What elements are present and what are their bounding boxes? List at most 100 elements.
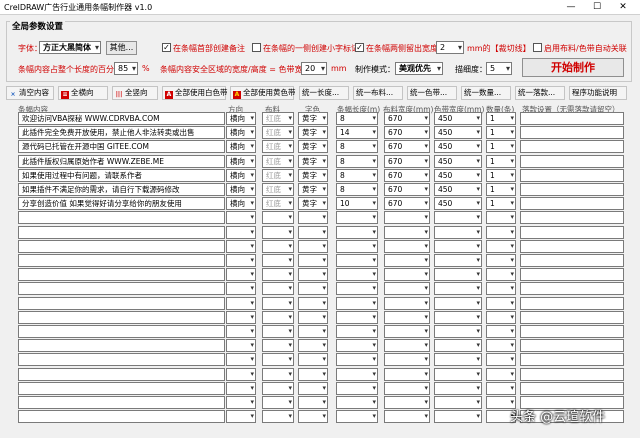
cloth-select[interactable] (262, 396, 294, 409)
text-color-select[interactable] (298, 282, 328, 296)
band-width-select[interactable] (434, 239, 482, 253)
cloth-width-select[interactable]: 670 (384, 140, 430, 154)
content-input[interactable] (18, 367, 225, 381)
quantity-select[interactable] (486, 211, 516, 225)
sign-input[interactable] (520, 126, 624, 140)
direction-select[interactable] (226, 282, 256, 296)
checkbox-side-mark[interactable] (252, 43, 261, 52)
quantity-select[interactable]: 1 (486, 140, 516, 154)
cloth-select[interactable] (262, 225, 294, 239)
text-color-select[interactable] (298, 211, 328, 225)
direction-select[interactable] (226, 381, 256, 395)
direction-select[interactable] (226, 310, 256, 324)
cloth-width-select[interactable]: 670 (384, 197, 430, 211)
unify-sign-button[interactable]: 统一落款... (515, 86, 565, 100)
quantity-select[interactable] (486, 254, 516, 267)
direction-select[interactable] (226, 353, 256, 367)
band-width-select[interactable] (434, 296, 482, 310)
quantity-select[interactable] (486, 282, 516, 296)
content-input[interactable] (18, 381, 225, 395)
cloth-select[interactable]: 红底 (262, 154, 294, 168)
text-color-select[interactable] (298, 367, 328, 381)
cloth-width-select[interactable]: 670 (384, 126, 430, 140)
content-input[interactable] (18, 339, 225, 353)
direction-select[interactable]: 横向 (226, 168, 256, 182)
sign-input[interactable] (520, 183, 624, 196)
checkbox-cut-line[interactable]: ✓ (355, 43, 364, 52)
content-input[interactable] (18, 310, 225, 324)
direction-select[interactable] (226, 396, 256, 409)
text-color-select[interactable] (298, 310, 328, 324)
direction-select[interactable] (226, 339, 256, 353)
cloth-select[interactable] (262, 410, 294, 424)
sign-input[interactable] (520, 168, 624, 182)
direction-select[interactable] (226, 367, 256, 381)
length-select[interactable] (336, 296, 378, 310)
band-width-select[interactable] (434, 339, 482, 353)
text-color-select[interactable]: 黄字 (298, 168, 328, 182)
cloth-width-select[interactable] (384, 211, 430, 225)
cloth-select[interactable]: 红底 (262, 168, 294, 182)
content-input[interactable]: 此插件版权归属原始作者 WWW.ZEBE.ME (18, 154, 225, 168)
text-color-select[interactable]: 黄字 (298, 197, 328, 211)
checkbox-header-note[interactable]: ✓ (162, 43, 171, 52)
sign-input[interactable] (520, 353, 624, 367)
length-select[interactable]: 8 (336, 183, 378, 196)
content-input[interactable] (18, 254, 225, 267)
band-width-select[interactable] (434, 410, 482, 424)
all-horizontal-button[interactable]: ≡ 全横向 (58, 86, 108, 100)
cloth-width-select[interactable] (384, 339, 430, 353)
cloth-width-select[interactable] (384, 254, 430, 267)
cloth-width-select[interactable]: 670 (384, 154, 430, 168)
content-input[interactable] (18, 410, 225, 424)
quantity-select[interactable] (486, 296, 516, 310)
sign-input[interactable] (520, 296, 624, 310)
length-select[interactable] (336, 211, 378, 225)
cloth-width-select[interactable] (384, 325, 430, 338)
cloth-width-select[interactable]: 670 (384, 168, 430, 182)
length-select[interactable] (336, 325, 378, 338)
text-color-select[interactable] (298, 381, 328, 395)
direction-select[interactable] (226, 254, 256, 267)
cloth-select[interactable] (262, 367, 294, 381)
cloth-select[interactable]: 红底 (262, 112, 294, 125)
help-button[interactable]: 程序功能说明 (569, 86, 627, 100)
content-input[interactable] (18, 325, 225, 338)
direction-select[interactable]: 横向 (226, 183, 256, 196)
quantity-select[interactable] (486, 381, 516, 395)
sign-input[interactable] (520, 197, 624, 211)
unify-band-button[interactable]: 统一色带... (407, 86, 457, 100)
sign-input[interactable] (520, 239, 624, 253)
cloth-width-select[interactable] (384, 296, 430, 310)
font-select[interactable]: 方正大黑简体 (39, 41, 101, 54)
text-color-select[interactable] (298, 396, 328, 409)
close-icon[interactable]: ✕ (612, 0, 634, 14)
band-width-select[interactable]: 450 (434, 140, 482, 154)
cloth-select[interactable]: 红底 (262, 140, 294, 154)
sign-input[interactable] (520, 140, 624, 154)
sign-input[interactable] (520, 112, 624, 125)
cloth-width-select[interactable]: 670 (384, 183, 430, 196)
quantity-select[interactable] (486, 239, 516, 253)
length-select[interactable]: 8 (336, 154, 378, 168)
sign-input[interactable] (520, 367, 624, 381)
length-select[interactable]: 10 (336, 197, 378, 211)
text-color-select[interactable] (298, 353, 328, 367)
start-button[interactable]: 开始制作 (522, 58, 624, 77)
text-color-select[interactable] (298, 239, 328, 253)
other-button[interactable]: 其他... (106, 41, 137, 55)
sign-input[interactable] (520, 310, 624, 324)
band-width-select[interactable]: 450 (434, 112, 482, 125)
quantity-select[interactable] (486, 310, 516, 324)
cloth-width-select[interactable] (384, 225, 430, 239)
band-width-select[interactable] (434, 325, 482, 338)
band-width-select[interactable] (434, 353, 482, 367)
content-input[interactable] (18, 211, 225, 225)
text-color-select[interactable] (298, 225, 328, 239)
quantity-select[interactable]: 1 (486, 112, 516, 125)
band-width-select[interactable] (434, 268, 482, 282)
sign-input[interactable] (520, 282, 624, 296)
text-color-select[interactable]: 黄字 (298, 140, 328, 154)
quantity-select[interactable]: 1 (486, 168, 516, 182)
direction-select[interactable]: 横向 (226, 112, 256, 125)
